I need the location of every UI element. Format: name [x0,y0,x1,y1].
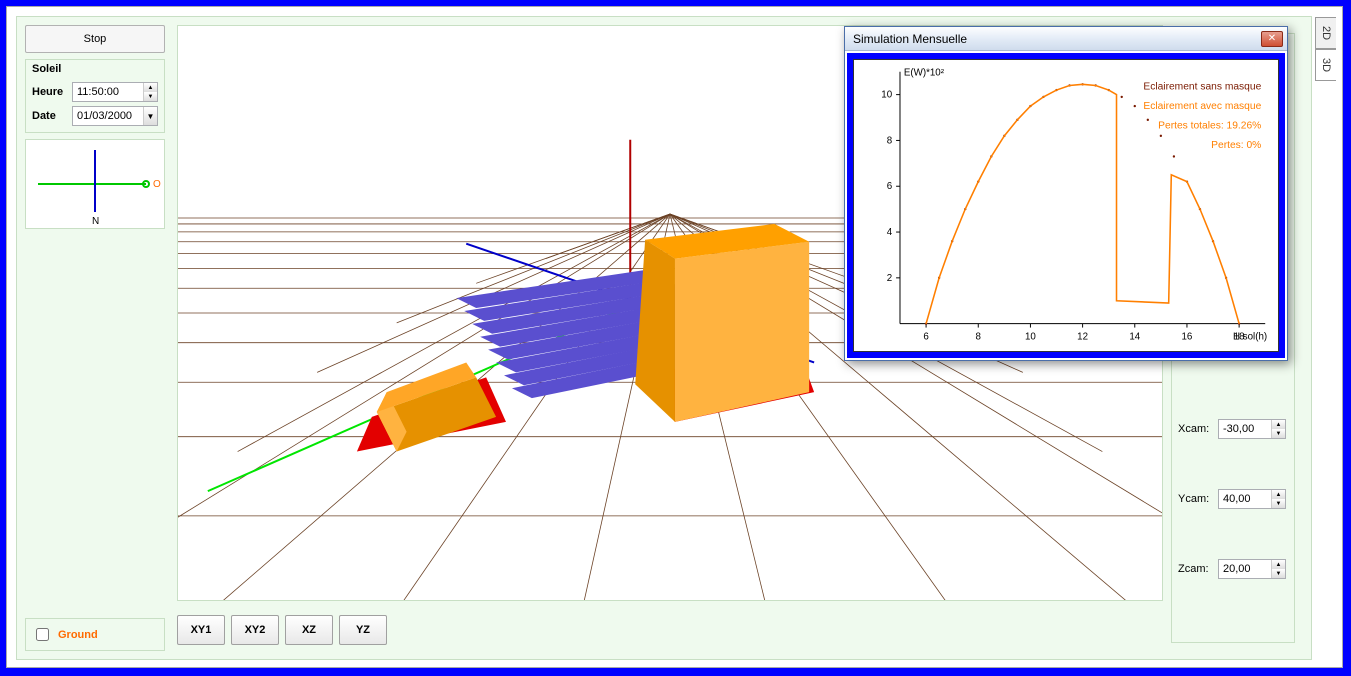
svg-text:2: 2 [887,273,892,284]
spin-up-icon[interactable]: ▲ [1272,560,1285,569]
ground-label: Ground [58,629,98,641]
svg-text:H sol(h): H sol(h) [1233,331,1267,342]
date-input[interactable]: 01/03/2000 ▼ [72,106,158,126]
date-label: Date [32,110,68,122]
tab-3d[interactable]: 3D [1315,49,1336,81]
ycam-value: 40,00 [1219,493,1271,505]
heure-label: Heure [32,86,68,98]
xcam-input[interactable]: -30,00 ▲▼ [1218,419,1286,439]
ground-row: Ground [25,618,165,651]
soleil-group: Soleil Heure 11:50:00 ▲ ▼ Date 01/03/200… [25,59,165,133]
zcam-label: Zcam: [1178,563,1214,575]
svg-text:10: 10 [1025,331,1036,342]
xcam-value: -30,00 [1219,423,1271,435]
zcam-input[interactable]: 20,00 ▲▼ [1218,559,1286,579]
compass-o-label: O [153,179,161,190]
spin-up-icon[interactable]: ▲ [1272,420,1285,429]
svg-text:6: 6 [887,181,892,192]
svg-text:E(W)*10²: E(W)*10² [904,68,945,79]
compass: O N [25,139,165,229]
heure-input[interactable]: 11:50:00 ▲ ▼ [72,82,158,102]
heure-value: 11:50:00 [73,86,143,98]
date-value: 01/03/2000 [73,110,143,122]
soleil-title: Soleil [32,60,158,78]
svg-text:16: 16 [1182,331,1193,342]
spin-down-icon[interactable]: ▼ [1272,429,1285,438]
heure-spin-up[interactable]: ▲ [144,83,157,92]
simulation-title: Simulation Mensuelle [853,32,1261,46]
svg-text:14: 14 [1129,331,1140,342]
spin-up-icon[interactable]: ▲ [1272,490,1285,499]
ground-checkbox[interactable] [36,628,49,641]
date-dropdown-icon[interactable]: ▼ [143,107,157,125]
svg-text:6: 6 [923,331,928,342]
compass-n-label: N [92,216,99,227]
xcam-label: Xcam: [1178,423,1214,435]
svg-text:4: 4 [887,227,893,238]
svg-text:8: 8 [887,135,892,146]
ycam-input[interactable]: 40,00 ▲▼ [1218,489,1286,509]
zcam-value: 20,00 [1219,563,1271,575]
simulation-title-bar[interactable]: Simulation Mensuelle ✕ [845,27,1287,51]
ycam-label: Ycam: [1178,493,1214,505]
view-xz-button[interactable]: XZ [285,615,333,645]
svg-text:10: 10 [881,90,892,101]
heure-spin-down[interactable]: ▼ [144,92,157,101]
close-icon[interactable]: ✕ [1261,31,1283,47]
tab-2d[interactable]: 2D [1315,17,1336,49]
svg-text:Pertes: 0%: Pertes: 0% [1211,140,1261,151]
stop-button[interactable]: Stop [25,25,165,53]
simulation-chart: 246810681012141618E(W)*10²H sol(h)Eclair… [853,59,1279,352]
svg-text:12: 12 [1077,331,1088,342]
spin-down-icon[interactable]: ▼ [1272,569,1285,578]
svg-text:Pertes totales: 19.26%: Pertes totales: 19.26% [1158,120,1261,131]
view-xy1-button[interactable]: XY1 [177,615,225,645]
view-xy2-button[interactable]: XY2 [231,615,279,645]
simulation-window: Simulation Mensuelle ✕ 24681068101214161… [844,26,1288,361]
svg-text:8: 8 [976,331,981,342]
svg-text:Eclairement avec masque: Eclairement avec masque [1143,101,1261,112]
side-tabs: 2D 3D [1315,17,1341,81]
svg-text:Eclairement sans masque: Eclairement sans masque [1143,81,1261,92]
view-yz-button[interactable]: YZ [339,615,387,645]
spin-down-icon[interactable]: ▼ [1272,499,1285,508]
